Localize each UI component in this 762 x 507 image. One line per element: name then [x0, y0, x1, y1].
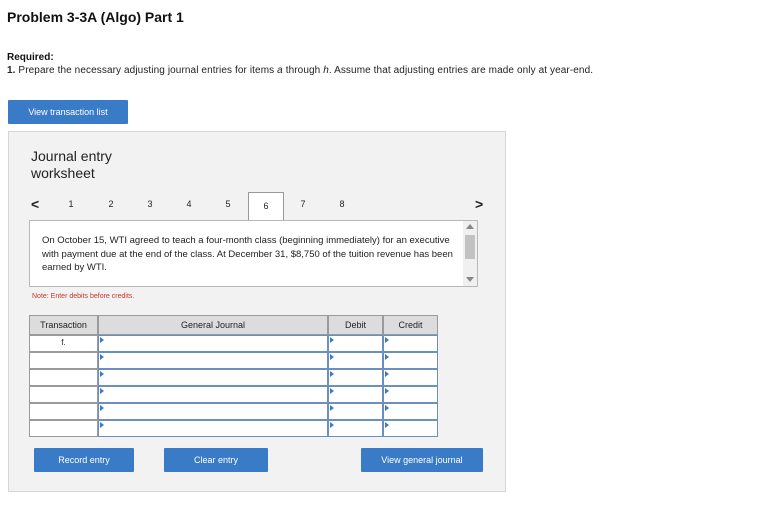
row-4-debit-input[interactable]: [328, 386, 383, 403]
prev-tab-arrow-icon[interactable]: <: [31, 197, 39, 211]
header-general-journal: General Journal: [98, 315, 328, 335]
dropdown-marker-icon: [330, 388, 334, 394]
row-5-credit-input[interactable]: [383, 403, 438, 420]
row-3-account-input[interactable]: [98, 369, 328, 386]
header-transaction: Transaction: [29, 315, 98, 335]
row-6-transaction-cell: [29, 420, 98, 437]
scroll-thumb[interactable]: [465, 235, 475, 259]
instruction-mid: through: [282, 65, 324, 76]
dropdown-marker-icon: [385, 405, 389, 411]
dropdown-marker-icon: [330, 422, 334, 428]
tab-6[interactable]: 6: [248, 192, 284, 221]
tab-3[interactable]: 3: [138, 196, 162, 216]
worksheet-title-line1: Journal entry: [31, 148, 112, 164]
journal-entry-worksheet-panel: Journal entry worksheet < 1 2 3 4 5 6 7 …: [8, 131, 506, 492]
tab-4[interactable]: 4: [177, 196, 201, 216]
row-6-account-input[interactable]: [98, 420, 328, 437]
dropdown-marker-icon: [100, 371, 104, 377]
instruction-text: 1. Prepare the necessary adjusting journ…: [7, 65, 593, 76]
row-5-transaction-cell: [29, 403, 98, 420]
row-6-debit-input[interactable]: [328, 420, 383, 437]
row-4-account-input[interactable]: [98, 386, 328, 403]
clear-entry-button[interactable]: Clear entry: [164, 448, 268, 472]
row-3-transaction-cell: [29, 369, 98, 386]
transaction-tabs: < 1 2 3 4 5 6 7 8 >: [29, 192, 489, 221]
dropdown-marker-icon: [330, 405, 334, 411]
dropdown-marker-icon: [100, 422, 104, 428]
transaction-description: On October 15, WTI agreed to teach a fou…: [42, 235, 453, 273]
dropdown-marker-icon: [385, 388, 389, 394]
dropdown-marker-icon: [100, 405, 104, 411]
page-title: Problem 3-3A (Algo) Part 1: [7, 9, 184, 25]
scroll-down-icon[interactable]: [466, 277, 474, 282]
dropdown-marker-icon: [385, 371, 389, 377]
instruction-number: 1.: [7, 65, 16, 76]
header-credit: Credit: [383, 315, 438, 335]
transaction-description-box: On October 15, WTI agreed to teach a fou…: [29, 220, 478, 287]
row-5-debit-input[interactable]: [328, 403, 383, 420]
debit-credit-note: Note: Enter debits before credits.: [32, 293, 135, 300]
dropdown-marker-icon: [330, 371, 334, 377]
row-2-debit-input[interactable]: [328, 352, 383, 369]
row-2-transaction-cell: [29, 352, 98, 369]
dropdown-marker-icon: [385, 354, 389, 360]
next-tab-arrow-icon[interactable]: >: [475, 197, 483, 211]
required-label: Required:: [7, 52, 54, 63]
worksheet-title-line2: worksheet: [31, 165, 95, 181]
dropdown-marker-icon: [330, 354, 334, 360]
tab-8[interactable]: 8: [330, 196, 354, 216]
row-1-account-input[interactable]: [98, 335, 328, 352]
row-2-credit-input[interactable]: [383, 352, 438, 369]
dropdown-marker-icon: [100, 354, 104, 360]
transaction-label: f.: [61, 338, 66, 347]
row-2-account-input[interactable]: [98, 352, 328, 369]
description-scrollbar[interactable]: [463, 221, 477, 286]
row-3-credit-input[interactable]: [383, 369, 438, 386]
tab-2[interactable]: 2: [99, 196, 123, 216]
dropdown-marker-icon: [330, 337, 334, 343]
tab-1[interactable]: 1: [59, 196, 83, 216]
dropdown-marker-icon: [385, 422, 389, 428]
row-3-debit-input[interactable]: [328, 369, 383, 386]
row-1-debit-input[interactable]: [328, 335, 383, 352]
tab-7[interactable]: 7: [291, 196, 315, 216]
dropdown-marker-icon: [385, 337, 389, 343]
row-1-transaction-cell: f.: [29, 335, 98, 352]
view-general-journal-button[interactable]: View general journal: [361, 448, 483, 472]
row-4-transaction-cell: [29, 386, 98, 403]
row-4-credit-input[interactable]: [383, 386, 438, 403]
dropdown-marker-icon: [100, 337, 104, 343]
row-6-credit-input[interactable]: [383, 420, 438, 437]
row-5-account-input[interactable]: [98, 403, 328, 420]
header-debit: Debit: [328, 315, 383, 335]
instruction-pre: Prepare the necessary adjusting journal …: [15, 65, 278, 76]
worksheet-title: Journal entry worksheet: [31, 148, 112, 182]
dropdown-marker-icon: [100, 388, 104, 394]
view-transaction-list-button[interactable]: View transaction list: [8, 100, 128, 124]
record-entry-button[interactable]: Record entry: [34, 448, 134, 472]
row-1-credit-input[interactable]: [383, 335, 438, 352]
scroll-up-icon[interactable]: [466, 224, 474, 229]
tab-5[interactable]: 5: [216, 196, 240, 216]
instruction-post: . Assume that adjusting entries are made…: [328, 65, 594, 76]
